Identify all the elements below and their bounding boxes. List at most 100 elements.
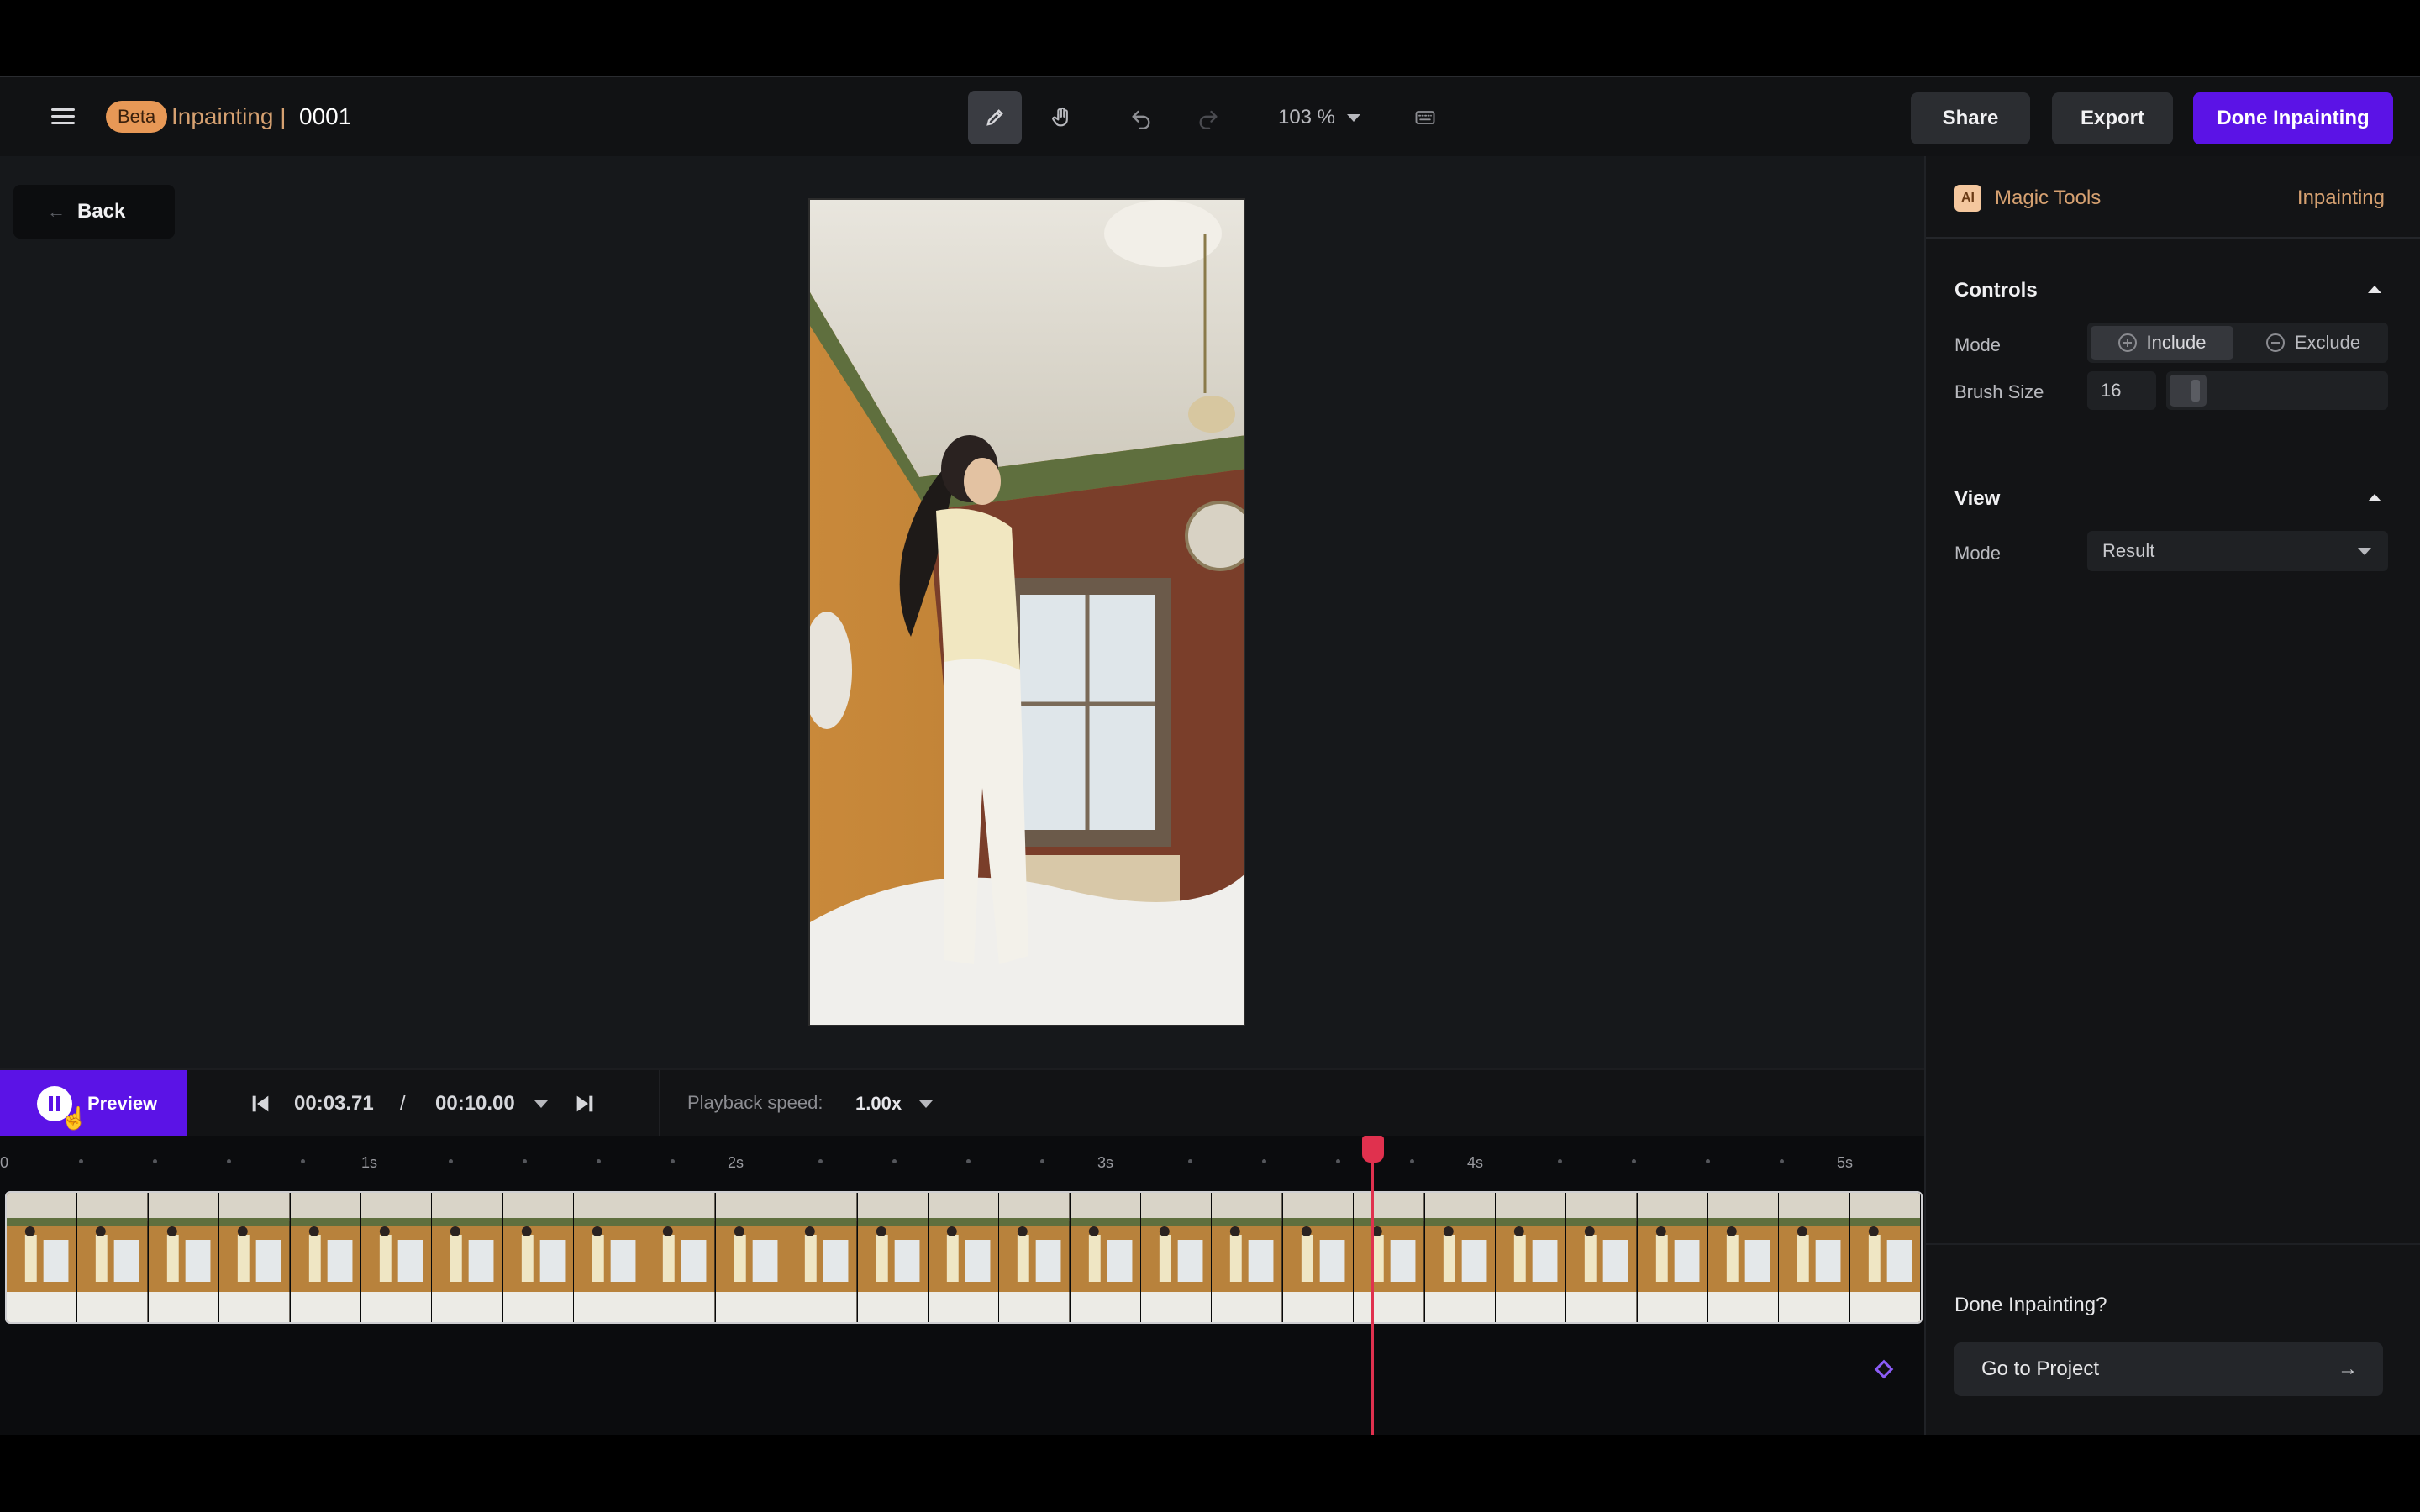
filmstrip[interactable] — [5, 1191, 1923, 1324]
filmstrip-frame — [1779, 1193, 1850, 1322]
redo-button[interactable] — [1181, 91, 1235, 144]
filmstrip-frame — [432, 1193, 503, 1322]
collapse-view-icon[interactable] — [2368, 494, 2381, 501]
chevron-down-icon[interactable] — [534, 1100, 548, 1108]
filmstrip-frame — [857, 1193, 929, 1322]
ruler-dot — [1262, 1159, 1266, 1163]
time-ruler[interactable]: 0 1s 2s 3s 4s 5s — [0, 1136, 1924, 1186]
view-mode-select[interactable]: Result — [2087, 531, 2388, 571]
go-to-project-label: Go to Project — [1981, 1357, 2100, 1380]
exclude-label: Exclude — [2294, 332, 2361, 353]
mode-segmented-control: Include Exclude — [2087, 323, 2388, 363]
filmstrip-frame — [148, 1193, 220, 1322]
ai-icon: AI — [1954, 185, 1981, 212]
slider-handle[interactable] — [2170, 375, 2207, 407]
skip-to-start-icon[interactable] — [247, 1090, 274, 1117]
menu-icon[interactable] — [49, 104, 77, 128]
zoom-value: 103 % — [1277, 106, 1336, 129]
ruler-dot — [1040, 1159, 1044, 1163]
filmstrip-frame — [290, 1193, 361, 1322]
keyboard-shortcuts-button[interactable] — [1398, 91, 1452, 144]
magic-tools-label: Magic Tools — [1995, 186, 2102, 209]
ruler-dot — [1706, 1159, 1710, 1163]
plus-circle-icon — [2118, 333, 2137, 352]
video-frame-image — [810, 200, 1244, 1025]
go-to-project-button[interactable]: Go to Project → — [1954, 1342, 2383, 1396]
ruler-dot — [966, 1159, 971, 1163]
filmstrip-frame — [1282, 1193, 1355, 1322]
brush-size-slider[interactable] — [2166, 371, 2388, 410]
chevron-down-icon — [1347, 113, 1361, 122]
tick-label-0: 0 — [0, 1154, 9, 1171]
ruler-dot — [227, 1159, 231, 1163]
filmstrip-frame — [715, 1193, 787, 1322]
timeline[interactable]: 0 1s 2s 3s 4s 5s — [0, 1136, 1924, 1435]
filmstrip-frame — [928, 1193, 1000, 1322]
ruler-dot — [671, 1159, 675, 1163]
beta-badge: Beta — [106, 101, 168, 133]
divider — [659, 1070, 660, 1137]
playback-speed-label: Playback speed: — [687, 1092, 823, 1113]
arrow-left-icon: ← — [47, 201, 66, 222]
ruler-dot — [523, 1159, 527, 1163]
filmstrip-frame — [1354, 1193, 1425, 1322]
export-button[interactable]: Export — [2052, 92, 2173, 144]
skip-to-end-icon[interactable] — [571, 1090, 598, 1117]
controls-section-title: Controls — [1954, 279, 2038, 302]
include-label: Include — [2146, 332, 2207, 353]
current-time: 00:03.71 — [294, 1092, 374, 1115]
canvas-area: ← Back — [0, 156, 1924, 1068]
include-option[interactable]: Include — [2091, 326, 2233, 360]
ruler-dot — [301, 1159, 305, 1163]
page-title: Inpainting | — [171, 103, 287, 129]
ruler-dot — [1410, 1159, 1414, 1163]
ruler-dot — [1558, 1159, 1562, 1163]
project-id[interactable]: 0001 — [299, 102, 351, 131]
pointer-cursor-icon: ☝ — [60, 1105, 88, 1131]
filmstrip-frame — [644, 1193, 716, 1322]
preview-button[interactable]: Preview ☝ — [0, 1070, 187, 1137]
tick-label-2s: 2s — [728, 1154, 744, 1171]
done-question: Done Inpainting? — [1954, 1294, 2107, 1316]
playback-speed-value[interactable]: 1.00x — [855, 1090, 902, 1117]
zoom-dropdown[interactable]: 103 % — [1265, 91, 1373, 144]
filmstrip-frame — [1070, 1193, 1141, 1322]
filmstrip-frame — [1141, 1193, 1213, 1322]
done-inpainting-button[interactable]: Done Inpainting — [2193, 92, 2393, 144]
mode-label: Mode — [1954, 334, 2002, 355]
ruler-dot — [597, 1159, 601, 1163]
undo-button[interactable] — [1114, 91, 1168, 144]
exclude-option[interactable]: Exclude — [2242, 326, 2385, 360]
brush-size-input[interactable]: 16 — [2087, 371, 2156, 410]
ruler-dot — [1780, 1159, 1784, 1163]
ruler-dot — [1188, 1159, 1192, 1163]
video-preview[interactable] — [808, 198, 1245, 1026]
collapse-controls-icon[interactable] — [2368, 286, 2381, 293]
tick-label-4s: 4s — [1467, 1154, 1484, 1171]
panel-header: AI Magic Tools Inpainting — [1926, 156, 2420, 239]
ruler-dot — [449, 1159, 453, 1163]
filmstrip-frame — [360, 1193, 433, 1322]
chevron-down-icon[interactable] — [919, 1100, 933, 1108]
ruler-dot — [818, 1159, 823, 1163]
share-button[interactable]: Share — [1911, 92, 2030, 144]
ruler-dot — [153, 1159, 157, 1163]
total-duration[interactable]: 00:10.00 — [435, 1090, 515, 1117]
ruler-dot — [1632, 1159, 1636, 1163]
filmstrip-frame — [7, 1193, 78, 1322]
back-button[interactable]: ← Back — [13, 185, 175, 239]
arrow-right-icon: → — [2338, 1357, 2358, 1380]
playhead-handle[interactable] — [1362, 1136, 1384, 1163]
keyframe-diamond-icon[interactable] — [1874, 1359, 1894, 1379]
preview-label: Preview — [87, 1093, 158, 1114]
filmstrip-frame — [574, 1193, 645, 1322]
current-tool-label: Inpainting — [2296, 186, 2385, 209]
filmstrip-frame — [1495, 1193, 1567, 1322]
view-mode-label: Mode — [1954, 543, 2002, 564]
hand-tool-button[interactable] — [1035, 91, 1089, 144]
filmstrip-frame — [502, 1193, 574, 1322]
tick-label-1s: 1s — [361, 1154, 378, 1171]
brush-tool-button[interactable] — [968, 91, 1022, 144]
view-section-title: View — [1954, 487, 2001, 510]
right-panel: AI Magic Tools Inpainting Controls Mode … — [1924, 156, 2420, 1435]
